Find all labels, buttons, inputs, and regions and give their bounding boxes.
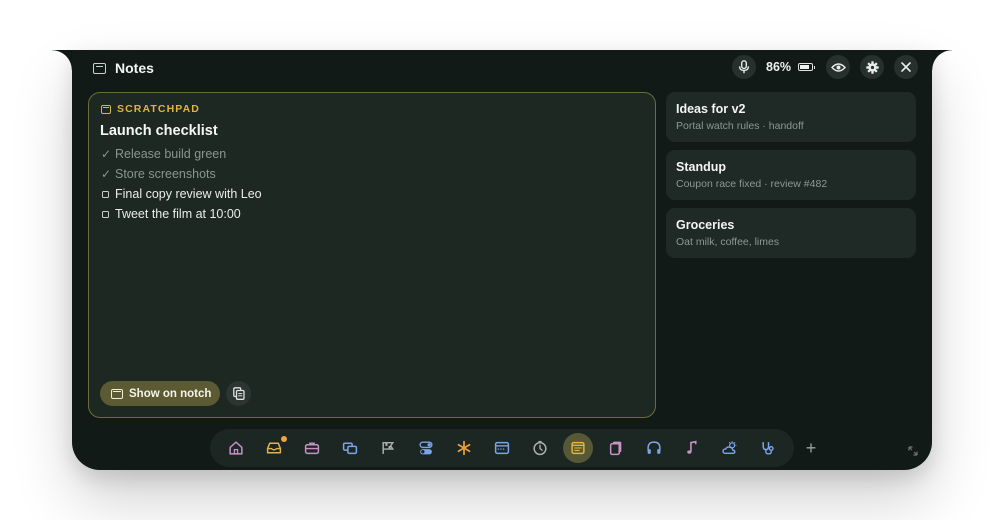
dock-item-music-note[interactable] [677,433,707,463]
eye-icon [830,62,846,72]
weather-icon [722,441,737,455]
toggles-icon [419,441,433,455]
clipboard-icon [609,441,622,456]
note-subtitle: Oat milk, coffee, limes [676,236,780,248]
notch-flare-right [932,50,952,70]
checklist-item-text: Store screenshots [115,167,216,181]
note-title: Ideas for v2 [676,102,746,116]
visibility-button[interactable] [826,55,850,79]
scratchpad-icon [101,104,111,114]
checklist: ✓ Release build green ✓ Store screenshots Fi… [101,144,262,224]
dock-item-timer[interactable] [525,433,555,463]
windows-icon [342,442,358,455]
asterisk-icon [457,440,471,456]
dock-item-clipboard[interactable] [601,433,631,463]
notch-flare-left [52,50,72,70]
microphone-button[interactable] [732,55,756,79]
dock-item-calendar-window[interactable] [487,433,517,463]
microphone-icon [738,60,750,74]
note-title: Groceries [676,218,735,232]
note-subtitle: Coupon race fixed · review #482 [676,178,828,190]
resize-handle[interactable] [906,444,920,458]
show-on-notch-button[interactable]: Show on notch [100,381,220,406]
checklist-item[interactable]: Tweet the film at 10:00 [101,204,262,224]
dock-item-briefcase[interactable] [297,433,327,463]
scratchpad-tag: SCRATCHPAD [101,103,200,115]
gear-icon [865,60,879,74]
copy-icon [232,387,245,400]
scratchpad-title: Launch checklist [100,123,218,139]
copy-button[interactable] [226,381,251,406]
checkmark-icon: ✓ [101,167,112,181]
music-note-icon [687,440,697,454]
dock-item-asterisk[interactable] [449,433,479,463]
note-card[interactable]: Ideas for v2 Portal watch rules · handof… [666,92,916,142]
settings-button[interactable] [860,55,884,79]
checkbox-icon [102,210,109,218]
headphones-icon [647,441,661,454]
battery-status: 86% [766,58,816,76]
notch-window-icon [111,388,123,399]
dock-item-home[interactable] [221,433,251,463]
checklist-item[interactable]: ✓ Store screenshots [101,164,262,184]
battery-icon [798,63,816,71]
checklist-item-text: Tweet the film at 10:00 [115,207,241,221]
notification-badge [281,436,287,442]
add-widget-button[interactable]: + [802,438,820,458]
checklist-item[interactable]: ✓ Release build green [101,144,262,164]
dock-item-notes[interactable] [563,433,593,463]
notes-window-icon [93,62,106,74]
home-icon [229,441,243,455]
note-subtitle: Portal watch rules · handoff [676,120,804,132]
resize-icon [908,446,918,456]
panel-header: Notes [93,58,154,78]
checklist-item[interactable]: Final copy review with Leo [101,184,262,204]
dock-item-flag[interactable] [373,433,403,463]
stethoscope-icon [762,442,774,455]
battery-percent: 86% [766,60,792,74]
flag-icon [382,441,395,454]
close-icon [901,62,911,72]
checkbox-icon [102,190,109,198]
page-title: Notes [115,60,154,76]
battery-fill [800,65,810,69]
scratchpad-card[interactable] [88,92,656,418]
notes-icon [571,441,585,455]
dock-item-toggles[interactable] [411,433,441,463]
dock-item-weather[interactable] [715,433,745,463]
dock-item-windows[interactable] [335,433,365,463]
timer-icon [533,440,547,456]
dock-item-stethoscope[interactable] [753,433,783,463]
inbox-tray-icon [266,442,282,454]
checklist-item-text: Release build green [115,147,227,161]
note-card[interactable]: Groceries Oat milk, coffee, limes [666,208,916,258]
dock-item-headphones[interactable] [639,433,669,463]
scratchpad-tag-label: SCRATCHPAD [117,103,200,115]
close-button[interactable] [894,55,918,79]
show-on-notch-label: Show on notch [129,387,212,400]
checklist-item-text: Final copy review with Leo [115,187,262,201]
notch-app: Notes 86% SCRATCHPAD Launch checklist ✓ … [0,0,1004,520]
note-title: Standup [676,160,726,174]
calendar-window-icon [494,441,510,455]
note-card[interactable]: Standup Coupon race fixed · review #482 [666,150,916,200]
briefcase-icon [304,442,320,455]
checkmark-icon: ✓ [101,147,112,161]
